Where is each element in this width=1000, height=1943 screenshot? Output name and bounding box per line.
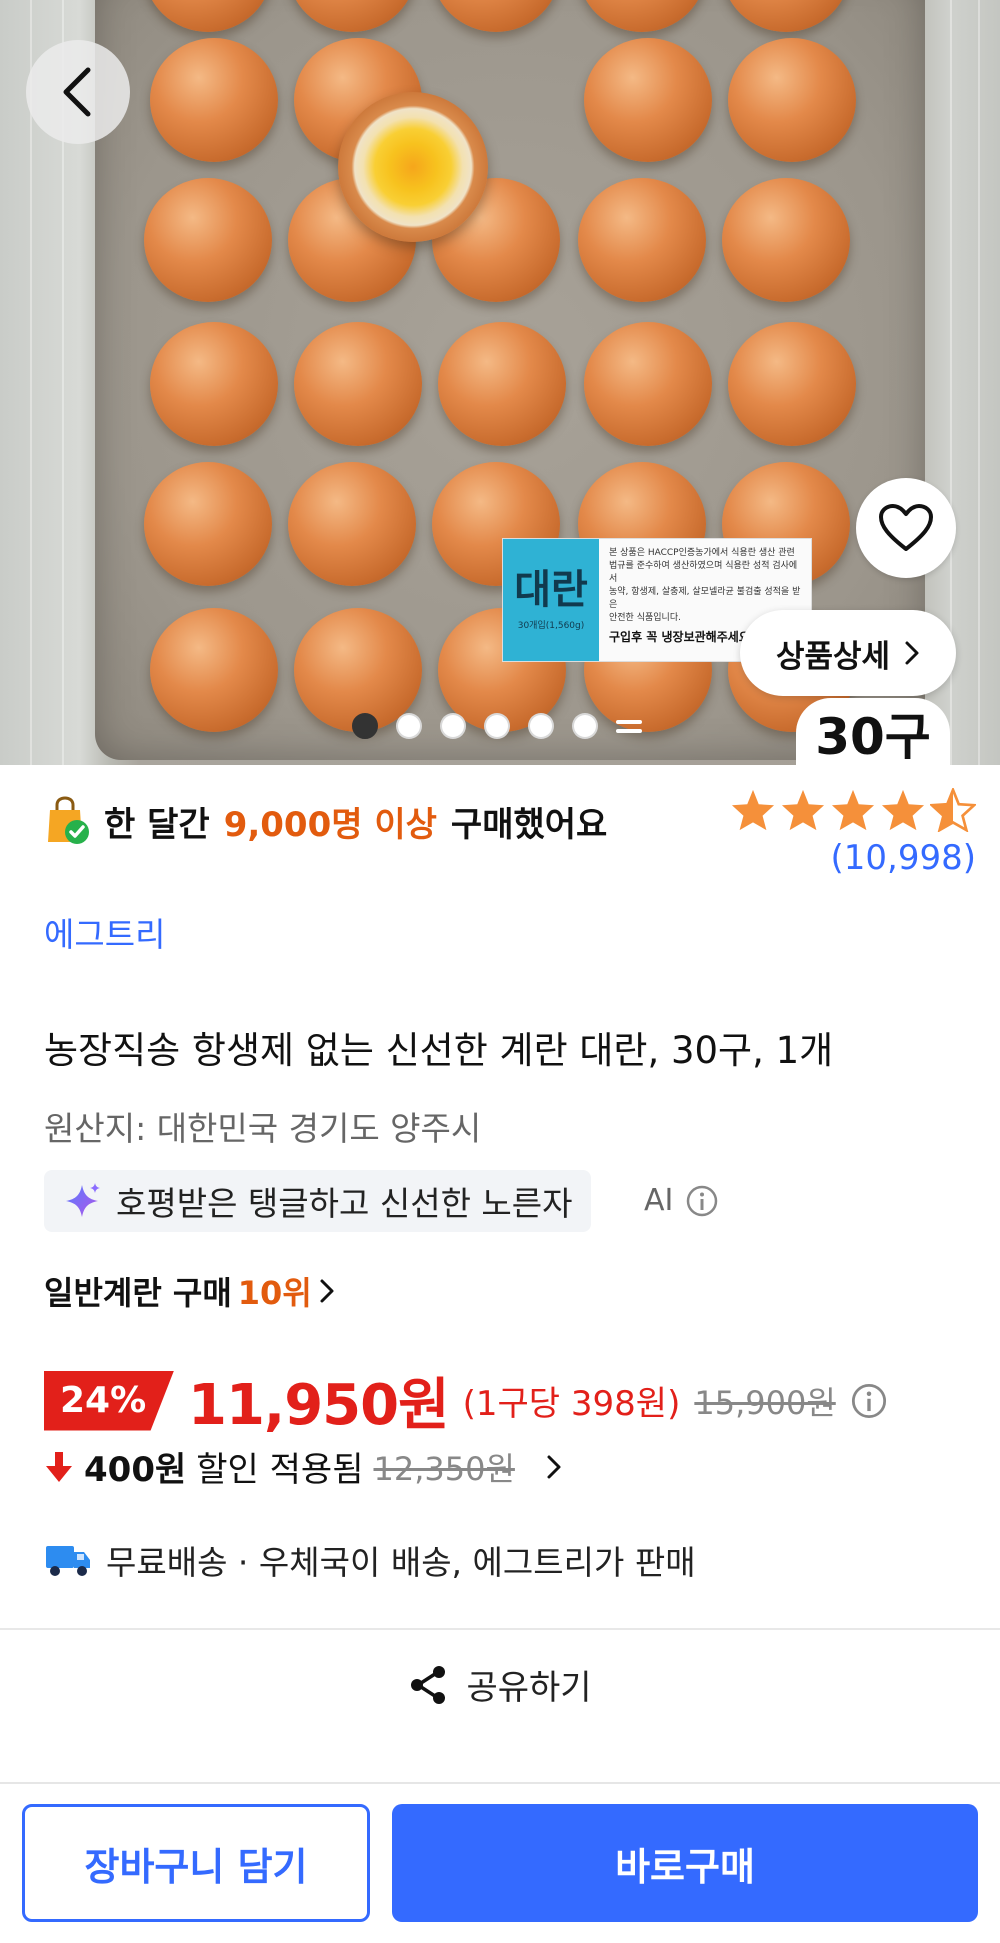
egg — [728, 322, 856, 446]
shipping-text: 무료배송 · 우체국이 배송, 에그트리가 판매 — [106, 1543, 696, 1582]
shipping-info: 무료배송 · 우체국이 배송, 에그트리가 판매 — [44, 1536, 696, 1584]
egg — [438, 322, 566, 446]
wishlist-button[interactable] — [856, 478, 956, 578]
label-grade: 대란 30개입(1,560g) — [503, 539, 599, 661]
carousel-dot[interactable] — [528, 713, 554, 739]
label-grade-text: 대란 — [514, 566, 588, 613]
carousel-dot[interactable] — [396, 713, 422, 739]
star-icon — [731, 789, 775, 831]
cracked-egg-yolk — [338, 92, 488, 242]
label-line: 농약, 항생제, 살충제, 살모넬라균 불검출 성적을 받은 — [609, 587, 801, 610]
ai-tag-label: AI — [644, 1183, 674, 1218]
sale-price: 11,950원 — [188, 1373, 450, 1438]
buy-now-button[interactable]: 바로구매 — [392, 1804, 978, 1922]
share-label: 공유하기 — [466, 1668, 592, 1708]
star-rating[interactable] — [730, 788, 976, 832]
egg — [294, 322, 422, 446]
purchase-suffix: 구매했어요 — [450, 804, 608, 845]
rank-label: 일반계란 구매 — [44, 1274, 232, 1312]
egg — [144, 178, 272, 302]
quantity-badge: 30구 — [796, 698, 950, 765]
carousel-dot-active[interactable] — [352, 713, 378, 739]
wood-grain — [978, 0, 980, 765]
egg — [288, 462, 416, 586]
label-line: 법규를 준수하여 생산하였으며 식용란 성적 검사에서 — [609, 561, 798, 584]
product-detail-label: 상품상세 — [775, 638, 891, 675]
price-row: 24% 11,950원 (1구당 398원) 15,900원 — [44, 1360, 888, 1441]
label-line: 본 상품은 HACCP인증농가에서 식용란 생산 관련 — [609, 548, 795, 558]
egg — [584, 322, 712, 446]
purchase-highlight: 9,000명 이상 — [223, 804, 437, 845]
carousel-dot[interactable] — [440, 713, 466, 739]
original-price: 15,900원 — [694, 1383, 836, 1422]
star-icon — [881, 789, 925, 831]
delivery-truck-icon — [46, 1546, 90, 1576]
label-grade-sub: 30개입(1,560g) — [517, 620, 585, 631]
purchase-count-banner: 한 달간 9,000명 이상 구매했어요 — [44, 796, 607, 846]
seller-link[interactable]: 에그트리 — [44, 908, 165, 956]
share-icon — [411, 1665, 446, 1704]
ai-info[interactable]: AI — [644, 1183, 719, 1218]
info-icon — [687, 1185, 718, 1216]
info-icon[interactable] — [850, 1382, 888, 1420]
chevron-right-icon — [320, 1279, 334, 1303]
ai-summary-text: 호평받은 탱글하고 신선한 노른자 — [116, 1184, 573, 1223]
section-divider — [0, 1628, 1000, 1630]
coupon-label: 할인 적용됨 — [196, 1450, 364, 1490]
chevron-right-icon — [547, 1455, 561, 1478]
purchase-prefix: 한 달간 — [104, 804, 210, 845]
coupon-discount-row[interactable]: 400원 할인 적용됨 12,350원 — [44, 1442, 565, 1491]
coupon-previous-price: 12,350원 — [373, 1449, 515, 1488]
discount-badge: 24% — [44, 1370, 174, 1431]
egg — [728, 38, 856, 162]
carousel-dot[interactable] — [572, 713, 598, 739]
product-image-carousel[interactable]: 대란 30개입(1,560g) 본 상품은 HACCP인증농가에서 식용란 생산… — [0, 0, 1000, 765]
ai-review-summary-chip[interactable]: 호평받은 탱글하고 신선한 노른자 — [44, 1170, 591, 1232]
egg — [150, 38, 278, 162]
product-origin: 원산지: 대한민국 경기도 양주시 — [44, 1109, 482, 1148]
product-title: 농장직송 항생제 없는 신선한 계란 대란, 30구, 1개 — [44, 1029, 834, 1072]
carousel-indicator — [352, 713, 642, 739]
product-detail-button[interactable]: 상품상세 — [740, 610, 956, 696]
star-icon — [831, 789, 875, 831]
sparkle-icon — [66, 1183, 100, 1217]
carousel-dot[interactable] — [484, 713, 510, 739]
category-rank-link[interactable]: 일반계란 구매 10위 — [44, 1268, 336, 1314]
egg — [584, 38, 712, 162]
chevron-right-icon — [905, 641, 919, 665]
shopping-bag-check-icon — [48, 796, 89, 844]
unit-price: (1구당 398원) — [462, 1384, 681, 1424]
back-button[interactable] — [26, 40, 130, 144]
rank-value: 10위 — [237, 1274, 312, 1312]
star-icon — [781, 789, 825, 831]
share-button[interactable]: 공유하기 — [0, 1660, 1000, 1709]
arrow-down-icon — [46, 1451, 72, 1482]
egg — [578, 178, 706, 302]
review-count-link[interactable]: (10,998) — [831, 838, 977, 878]
egg — [144, 462, 272, 586]
coupon-amount: 400원 — [84, 1450, 187, 1490]
chevron-left-icon — [63, 67, 91, 117]
carousel-more-icon[interactable] — [616, 713, 642, 739]
add-to-cart-button[interactable]: 장바구니 담기 — [22, 1804, 370, 1922]
heart-icon — [879, 504, 933, 551]
star-half-icon — [930, 788, 976, 832]
egg — [150, 322, 278, 446]
egg — [150, 608, 278, 732]
bottom-action-bar: 장바구니 담기 바로구매 — [0, 1782, 1000, 1943]
egg — [722, 178, 850, 302]
